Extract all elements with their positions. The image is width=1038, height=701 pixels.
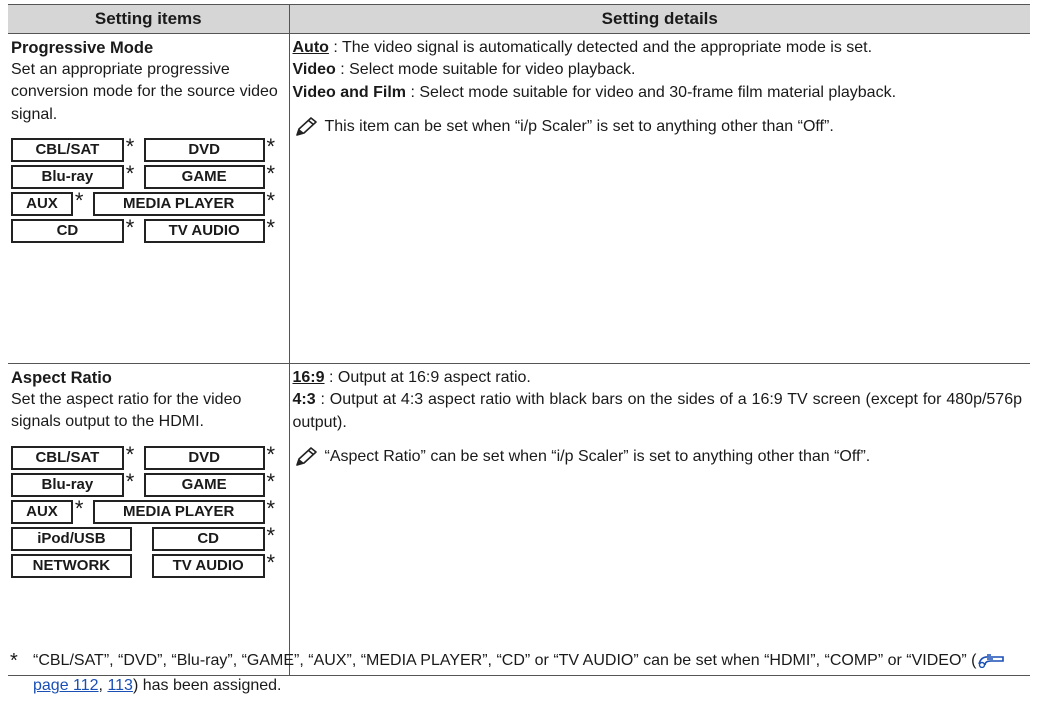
asterisk-mark: * [125,134,135,160]
footnote-asterisk: * [10,650,18,672]
asterisk-mark: * [266,468,276,494]
page-link-112[interactable]: page 112 [33,677,99,694]
setting-description: Set an appropriate progressive conversio… [11,61,278,123]
setting-item-cell: Aspect Ratio Set the aspect ratio for th… [8,363,290,676]
source-row: iPod/USB CD * [11,522,285,552]
source-label: TV AUDIO [143,219,265,244]
setting-details-cell: 16:9 : Output at 16:9 aspect ratio. 4:3 :… [289,363,1030,676]
note-text: “Aspect Ratio” can be set when “i/p Scal… [324,448,871,466]
pencil-icon [293,446,325,468]
source-label: iPod/USB [11,526,132,551]
option-text: : Select mode suitable for video and 30-… [406,83,897,101]
page-link-113[interactable]: 113 [107,677,133,694]
asterisk-mark: * [125,215,135,241]
footnote-text-after: ) has been assigned. [132,677,282,695]
table-row-aspect-ratio: Aspect Ratio Set the aspect ratio for th… [8,363,1030,676]
options-list: 16:9 : Output at 16:9 aspect ratio. 4:3 :… [293,367,1023,434]
source-label: MEDIA PLAYER [92,499,265,524]
source-label: GAME [143,472,265,497]
option-text: : Output at 4:3 aspect ratio with black … [292,391,1023,431]
asterisk-mark: * [266,188,276,214]
asterisk-mark: * [125,161,135,187]
source-row: Blu-ray * GAME * [11,468,285,498]
option-description: Video and Film : Select mode suitable fo… [293,82,1023,104]
asterisk-mark: * [74,495,84,521]
setting-title: Aspect Ratio [11,369,112,387]
source-label: AUX [11,499,73,524]
setting-details-cell: Auto : The video signal is automatically… [289,33,1030,364]
footnote: * “CBL/SAT”, “DVD”, “Blu-ray”, “GAME”, “… [10,650,1030,698]
source-label: NETWORK [11,553,132,578]
footnote-text-before: “CBL/SAT”, “DVD”, “Blu-ray”, “GAME”, “AU… [33,652,977,669]
source-row: Blu-ray * GAME * [11,161,285,190]
asterisk-mark: * [74,188,84,214]
source-label: GAME [143,165,265,190]
default-option-name: Auto [292,39,329,56]
source-label: Blu-ray [11,165,124,190]
asterisk-mark: * [266,522,276,548]
asterisk-mark: * [266,215,276,241]
setting-title: Progressive Mode [11,39,154,57]
source-label: CBL/SAT [11,138,124,163]
no-asterisk [132,554,152,578]
source-label: CBL/SAT [11,445,124,470]
option-text: : Select mode suitable for video playbac… [335,61,636,79]
asterisk-mark: * [266,161,276,187]
option-name: Video [292,61,336,79]
source-row: CD * TV AUDIO * [11,215,285,244]
header-setting-details: Setting details [289,4,1030,34]
source-label: CD [11,219,124,244]
source-label: AUX [11,192,73,217]
footnote-text: “CBL/SAT”, “DVD”, “Blu-ray”, “GAME”, “AU… [33,650,1030,698]
source-label: DVD [143,138,265,163]
option-description: Video : Select mode suitable for video p… [293,59,1023,81]
pencil-icon [293,116,325,138]
option-name: Video and Film [292,83,407,101]
source-list: CBL/SAT * DVD * Blu-ray * GAME * AUX * MEDIA PLAYE… [11,441,285,579]
header-setting-items: Setting items [8,4,290,34]
no-asterisk [132,527,152,551]
option-description: 4:3 : Output at 4:3 aspect ratio with bl… [293,389,1023,434]
asterisk-mark: * [266,441,276,467]
note: “Aspect Ratio” can be set when “i/p Scal… [293,446,1023,468]
source-label: MEDIA PLAYER [92,192,265,217]
option-name: 4:3 [292,391,316,409]
asterisk-mark: * [125,468,135,494]
table-row-progressive-mode: Progressive Mode Set an appropriate prog… [8,33,1030,364]
source-list: CBL/SAT * DVD * Blu-ray * GAME * AUX * MEDIA PLAYE… [11,134,285,244]
source-label: DVD [143,445,265,470]
asterisk-mark: * [266,134,276,160]
setting-item-cell: Progressive Mode Set an appropriate prog… [8,33,290,364]
source-row: CBL/SAT * DVD * [11,441,285,471]
option-text: : Output at 16:9 aspect ratio. [324,369,531,386]
note: This item can be set when “i/p Scaler” i… [293,116,1023,138]
asterisk-mark: * [125,441,135,467]
source-label: CD [151,526,265,551]
source-row: NETWORK TV AUDIO * [11,549,285,579]
options-list: Auto : The video signal is automatically… [293,37,1023,104]
source-row: CBL/SAT * DVD * [11,134,285,163]
asterisk-mark: * [266,549,276,575]
source-label: Blu-ray [11,472,124,497]
setting-description: Set the aspect ratio for the video signa… [11,391,242,431]
source-row: AUX * MEDIA PLAYER * [11,188,285,217]
default-option-name: 16:9 [292,369,325,386]
option-description: Auto : The video signal is automatically… [293,37,1023,59]
settings-table: Setting items Setting details Progressiv… [8,4,1030,676]
note-text: This item can be set when “i/p Scaler” i… [324,118,834,136]
source-label: TV AUDIO [151,553,265,578]
option-text: : The video signal is automatically dete… [328,39,873,56]
asterisk-mark: * [266,495,276,521]
option-description: 16:9 : Output at 16:9 aspect ratio. [293,367,1023,389]
page-reference-icon [977,652,1005,675]
source-row: AUX * MEDIA PLAYER * [11,495,285,525]
